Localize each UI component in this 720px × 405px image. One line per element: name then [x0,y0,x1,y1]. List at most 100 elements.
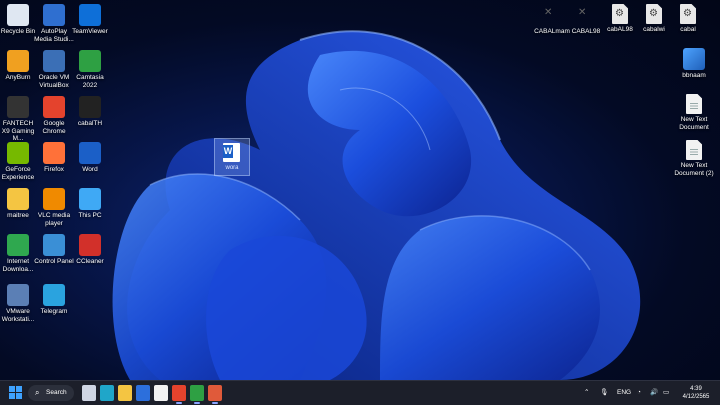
camtasia-taskbar-icon[interactable] [190,385,204,404]
desktop-shortcut[interactable]: AutoPlay Media Studi... [34,4,74,43]
mouse-icon [7,96,29,118]
desktop-shortcut[interactable]: Telegram [34,284,74,316]
wifi-icon[interactable]: ◔ [637,381,641,405]
shortcut-label: FANTECH X9 Gaming M... [1,120,35,142]
cabal98-file-icon [575,4,597,26]
autoplay-icon [43,4,65,26]
shortcut-label: New Text Document [679,116,709,131]
battery-icon[interactable]: ▭ [663,381,669,405]
shortcut-label: AnyBurn [5,74,31,81]
shortcut-label: VLC media player [37,212,71,227]
cabal98-config-icon [612,4,628,24]
cabalwi-config-icon [646,4,662,24]
shortcut-label: VMware Workstati... [1,308,35,323]
volume-icon[interactable]: 🔊 [650,381,658,405]
desktop-shortcut[interactable]: This PC [70,188,110,220]
desktop-shortcut[interactable]: Google Chrome [34,96,74,135]
dragged-item-label: wora [225,165,239,171]
shortcut-label: New Text Document (2) [674,162,714,177]
shortcut-label: cabalTH [77,120,103,127]
system-clock[interactable]: 4:39 4/12/2565 [676,385,716,401]
ie-icon [7,234,29,256]
virtualbox-icon [43,50,65,72]
store-icon[interactable] [136,385,150,401]
clock-date: 4/12/2565 [682,394,710,400]
shortcut-label: Telegram [40,308,68,315]
desktop-shortcut[interactable]: Recycle Bin [0,4,38,36]
shortcut-label: AutoPlay Media Studi... [34,28,74,43]
new-text-document-icon [686,94,702,114]
microphone-icon[interactable]: 🎙 [600,381,608,405]
shortcut-label: cabal [680,26,696,33]
shortcut-label: Control Panel [34,258,74,265]
control-panel-icon [43,234,65,256]
shortcut-label: Google Chrome [42,120,66,135]
recycle-bin-icon [7,4,29,26]
desktop-shortcut[interactable]: GeForce Experience [0,142,38,181]
search-label: Search [46,389,67,396]
geforce-icon [7,142,29,164]
word-icon [79,142,101,164]
shortcut-label: GeForce Experience [1,166,35,181]
dragged-word-document[interactable]: wora [214,138,250,176]
file-explorer-icon[interactable] [118,385,132,401]
shortcut-label: Firefox [44,166,64,173]
language-indicator[interactable]: ENG [617,381,631,405]
shortcut-label: Camtasia 2022 [76,74,104,89]
firefox-icon [43,142,65,164]
desktop-shortcut[interactable]: New Text Document (2) [674,140,714,177]
desktop-shortcut[interactable]: bbnaam [674,48,714,80]
desktop-shortcut[interactable]: FANTECH X9 Gaming M... [0,96,38,143]
taskbar-search-box[interactable]: ⌕ Search [28,385,74,401]
chevron-up-icon[interactable]: ⌃ [584,381,589,405]
task-view-icon[interactable] [82,385,96,401]
shortcut-label: Internet Downloa... [2,258,34,273]
notion-icon[interactable] [154,385,168,401]
cabal-config-icon [680,4,696,24]
shortcut-label: Word [82,166,98,173]
desktop-shortcut[interactable]: Camtasia 2022 [70,50,110,89]
desktop-shortcut[interactable]: AnyBurn [0,50,38,82]
shortcut-label: This PC [78,212,102,219]
desktop-shortcut[interactable]: New Text Document [674,94,714,131]
shortcut-label: bbnaam [682,72,706,79]
desktop-shortcut[interactable]: CCleaner [70,234,110,266]
shortcut-label: Oracle VM VirtualBox [38,74,70,89]
shortcut-label: maitree [7,212,29,219]
telegram-icon [43,284,65,306]
desktop[interactable]: Recycle Bin AutoPlay Media Studi... TeamVi… [0,0,720,380]
ccleaner-icon [79,234,101,256]
folder-icon [7,188,29,210]
chrome-icon [43,96,65,118]
desktop-shortcut[interactable]: VMware Workstati... [0,284,38,323]
cabalth-icon [79,96,101,118]
desktop-shortcut[interactable]: cabalTH [70,96,110,128]
desktop-shortcut[interactable]: VLC media player [34,188,74,227]
desktop-shortcut[interactable]: cabal [668,4,708,34]
bbnaam-icon [683,48,705,70]
start-button[interactable] [9,385,23,401]
desktop-shortcut[interactable]: Internet Downloa... [0,234,38,273]
desktop-shortcut[interactable]: Firefox [34,142,74,174]
this-pc-icon [79,188,101,210]
chrome-taskbar-icon[interactable] [172,385,186,404]
word-document-icon [223,143,240,162]
vlc-icon [43,188,65,210]
taskbar: ⌕ Search ⌃ 🎙 ENG ◔ 🔊 ▭ 4:39 4/12/2565 [0,380,720,405]
anyburn-icon [7,50,29,72]
desktop-shortcut[interactable]: Word [70,142,110,174]
recorder-taskbar-icon[interactable] [208,385,222,404]
desktop-shortcut[interactable]: maitree [0,188,38,220]
vmware-icon [7,284,29,306]
desktop-shortcut[interactable]: Control Panel [34,234,74,266]
new-text-document-2-icon [686,140,702,160]
teamviewer-icon [79,4,101,26]
desktop-shortcut[interactable]: TeamViewer [70,4,110,36]
edge-icon[interactable] [100,385,114,401]
clock-time: 4:39 [690,386,702,392]
desktop-shortcut[interactable]: Oracle VM VirtualBox [34,50,74,89]
search-icon: ⌕ [35,388,40,397]
shortcut-label: Recycle Bin [0,28,36,35]
camtasia-icon [79,50,101,72]
shortcut-label: CCleaner [76,258,104,265]
